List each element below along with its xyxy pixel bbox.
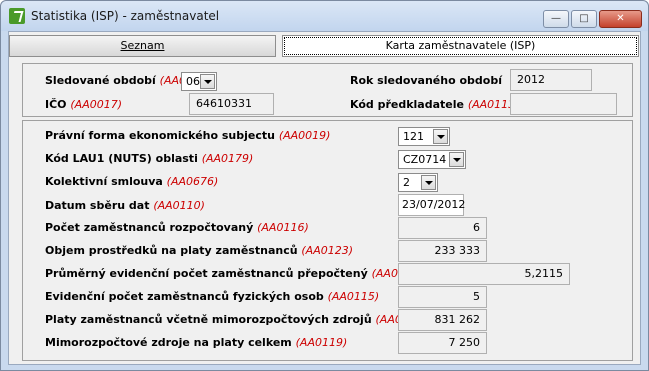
header-panel: Sledované období (AA0226) 06 Rok sledova… — [22, 63, 633, 117]
chevron-down-icon[interactable] — [200, 74, 215, 89]
row-collective-agreement-label: Kolektivní smlouva (AA0676) — [45, 175, 219, 188]
tab-karta-zamestnavatele[interactable]: Karta zaměstnavatele (ISP) — [282, 35, 639, 57]
chevron-down-icon[interactable] — [421, 175, 436, 190]
extrabudget-salaries-field[interactable]: 7 250 — [398, 332, 487, 354]
row-average-employees-label: Průměrný evidenční počet zaměstnanců pře… — [45, 267, 423, 280]
collective-agreement-select[interactable]: 2 — [398, 173, 438, 192]
row-salary-funds-label: Objem prostředků na platy zaměstnanců (A… — [45, 244, 354, 257]
lau1-select[interactable]: CZ0714 — [398, 150, 466, 169]
year-label: Rok sledovaného období — [350, 74, 502, 87]
submitter-label: Kód předkladatele (AA0113) — [350, 98, 520, 111]
tab-seznam[interactable]: Seznam — [9, 35, 276, 57]
tab-seznam-label: Seznam — [120, 39, 165, 52]
close-button[interactable]: ✕ — [599, 10, 642, 28]
app-window: Statistika (ISP) - zaměstnavatel — □ ✕ S… — [0, 0, 649, 371]
budgeted-employees-field[interactable]: 6 — [398, 217, 487, 239]
client-area: Seznam Karta zaměstnavatele (ISP) Sledov… — [8, 31, 641, 365]
row-total-salaries-label: Platy zaměstnanců včetně mimorozpočtovýc… — [45, 313, 427, 326]
year-field: 2012 — [510, 69, 592, 91]
submitter-field[interactable] — [510, 93, 617, 115]
physical-employees-field[interactable]: 5 — [398, 286, 487, 308]
minimize-button[interactable]: — — [543, 10, 569, 28]
detail-panel: Právní forma ekonomického subjectu (AA00… — [22, 120, 633, 361]
app-icon — [9, 8, 25, 24]
ico-field[interactable]: 64610331 — [189, 93, 274, 115]
period-select[interactable]: 06 — [181, 72, 217, 91]
row-lau1-label: Kód LAU1 (NUTS) oblasti (AA0179) — [45, 152, 254, 165]
ico-label: IČO (AA0017) — [45, 98, 123, 111]
window-title: Statistika (ISP) - zaměstnavatel — [31, 9, 220, 23]
row-legal-form-label: Právní forma ekonomického subjectu (AA00… — [45, 129, 331, 142]
row-date-label: Datum sběru dat (AA0110) — [45, 199, 205, 212]
legal-form-select[interactable]: 121 — [398, 127, 450, 146]
maximize-button[interactable]: □ — [571, 10, 597, 28]
total-salaries-field[interactable]: 831 262 — [398, 309, 487, 331]
date-field[interactable]: 23/07/2012 — [398, 194, 465, 216]
chevron-down-icon[interactable] — [433, 129, 448, 144]
average-employees-field[interactable]: 5,2115 — [398, 263, 570, 285]
title-bar[interactable]: Statistika (ISP) - zaměstnavatel — □ ✕ — [1, 1, 648, 31]
row-budgeted-employees-label: Počet zaměstnanců rozpočtovaný (AA0116) — [45, 221, 309, 234]
row-extrabudget-salaries-label: Mimorozpočtové zdroje na platy celkem (A… — [45, 336, 348, 349]
tab-karta-label: Karta zaměstnavatele (ISP) — [385, 39, 536, 52]
chevron-down-icon[interactable] — [449, 152, 464, 167]
salary-funds-field[interactable]: 233 333 — [398, 240, 487, 262]
row-physical-employees-label: Evidenční počet zaměstnanců fyzických os… — [45, 290, 380, 303]
